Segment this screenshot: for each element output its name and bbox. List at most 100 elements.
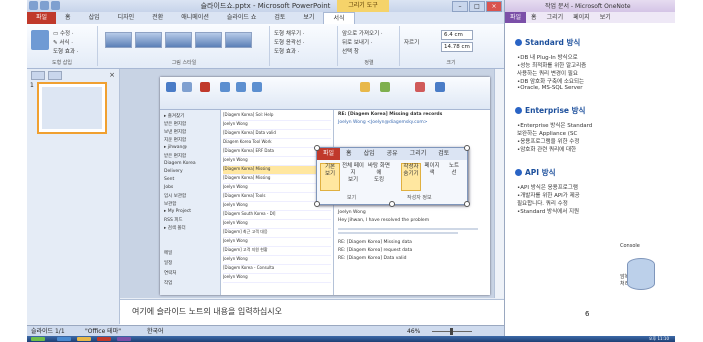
resize-handle[interactable] (464, 145, 470, 151)
onenote-tab-file[interactable]: 파일 (505, 12, 527, 23)
panel-tabs (31, 71, 62, 80)
powerpoint-taskbar-icon[interactable] (97, 337, 111, 341)
bullet-item: •DB 내 Plug-In 방식으로 (517, 55, 578, 61)
resize-handle[interactable] (314, 145, 320, 151)
shape-icon[interactable] (31, 30, 49, 50)
folder-item: Delivery (164, 169, 183, 174)
vertical-scrollbar[interactable] (494, 69, 504, 298)
text-line (338, 232, 458, 234)
slide-thumbnail[interactable] (37, 82, 107, 134)
bring-forward-item[interactable]: 앞으로 가져오기 · (342, 29, 383, 37)
group-size: 자르기 6.4 cm 14.78 cm 크기 (401, 26, 501, 66)
message-row: [Diagem South Korea - DI] (223, 211, 331, 220)
style-swatch[interactable] (195, 32, 222, 48)
edit-shape-item[interactable]: ▭ 수정 · (53, 29, 74, 37)
onenote-tab-draw[interactable]: 그리기 (542, 12, 569, 23)
message-line: Hey Jihwan, I have resolved the problem (338, 218, 430, 223)
maximize-button[interactable]: □ (469, 1, 485, 12)
message-from: Joelyn Wong <Joelyn@diagemsky.com> (338, 120, 428, 125)
message-row: [Diagem] 최근 고객 대응 (223, 229, 331, 238)
tab-outline[interactable] (48, 71, 62, 80)
folder-item: 지운 편지함 (164, 138, 187, 143)
find-icon (435, 82, 445, 92)
style-swatch[interactable] (225, 32, 252, 48)
send-backward-item[interactable]: 뒤로 보내기 · (342, 38, 373, 46)
message-row: Joelyn Wong (223, 274, 331, 283)
heading-text: Standard 방식 (525, 38, 581, 47)
shape-effect-item[interactable]: 도형 효과 · (274, 47, 300, 55)
tab-review[interactable]: 검토 (265, 12, 294, 24)
tab-insert[interactable]: 삽입 (80, 12, 109, 24)
folder-item: ▸ 즐겨찾기 (164, 114, 185, 119)
onenote-tab-home[interactable]: 홈 (526, 12, 542, 23)
tab-slideshow[interactable]: 슬라이드 쇼 (218, 12, 266, 24)
context-tab-drawing-tools[interactable]: 그리기 도구 (337, 0, 389, 12)
nav-tasks: 작업 (164, 281, 173, 286)
zoom-slider-thumb[interactable] (450, 328, 453, 335)
tab-format[interactable]: 서식 (323, 11, 355, 25)
tab-animations[interactable]: 애니메이션 (172, 12, 218, 24)
section-heading: Standard 방식 (515, 37, 580, 48)
tab-design[interactable]: 디자인 (109, 12, 144, 24)
tab-file[interactable]: 파일 (27, 12, 57, 24)
tab-home[interactable]: 홈 (56, 12, 80, 24)
style-swatch[interactable] (165, 32, 192, 48)
title-bar: 슬라이드쇼.pptx - Microsoft PowerPoint 그리기 도구… (27, 0, 504, 12)
minimize-button[interactable]: – (452, 1, 468, 12)
group-styles: 그림 스타일 (99, 26, 270, 66)
slide-canvas[interactable]: ▸ 즐겨찾기 받은 편지함 보낸 편지함 지운 편지함 ▸ jihwan@ 받은… (160, 77, 490, 295)
move-icon (360, 82, 370, 92)
hide-authors-button: 작성자 숨기기 (401, 163, 421, 191)
callout-group-label: 보기 (347, 195, 357, 201)
tab-slides[interactable] (31, 71, 45, 80)
onenote-taskbar-icon[interactable] (117, 337, 131, 341)
crop-button[interactable]: 자르기 (404, 38, 419, 46)
shape-outline-item[interactable]: 도형 윤곽선 · (274, 38, 305, 46)
message-line: Joelyn Wong (338, 210, 366, 215)
bullet-item: •Oracle, MS-SQL Server (517, 85, 583, 91)
style-swatch[interactable] (135, 32, 162, 48)
start-button[interactable] (31, 337, 45, 341)
resize-handle[interactable] (389, 201, 395, 207)
zoomed-ribbon-callout[interactable]: 파일 홈 삽입 공유 그리기 검토 기본 보기 전체 페이지 보기 바탕 화면에… (314, 145, 470, 207)
bullet-item: •Standard 방식에서 지원 (517, 209, 580, 215)
effect-item[interactable]: 도형 효과 · (53, 47, 79, 55)
notes-pane[interactable]: 여기에 슬라이드 노트의 내용을 입력하십시오 (120, 299, 504, 325)
shape-fill-item[interactable]: 도형 채우기 · (274, 29, 305, 37)
bullet-icon (515, 107, 522, 114)
page-number: 6 (585, 310, 590, 318)
bullet-item: •Enterprise 방식은 Standard (517, 123, 593, 129)
full-page-view-button: 전체 페이지 보기 (342, 163, 364, 183)
message-row: Joelyn Wong (223, 157, 331, 166)
style-swatch[interactable] (105, 32, 132, 48)
folder-item: Sent (164, 177, 175, 182)
format-item[interactable]: ✎ 서식 · (53, 38, 73, 46)
close-icon[interactable]: × (109, 71, 115, 79)
selection-pane-item[interactable]: 선택 창 (342, 47, 359, 55)
tab-view[interactable]: 보기 (294, 12, 323, 24)
nav-calendar: 일정 (164, 261, 173, 266)
page-color-button: 페이지 색 (424, 163, 440, 176)
normal-view-button: 기본 보기 (320, 163, 340, 191)
onenote-tab-view[interactable]: 보기 (595, 12, 616, 23)
forward-icon (252, 82, 262, 92)
heading-text: Enterprise 방식 (525, 106, 586, 115)
taskbar-app-icon[interactable] (77, 337, 91, 341)
callout-tab: 그리기 (409, 150, 427, 157)
rules-icon (380, 82, 390, 92)
close-button[interactable]: × (486, 1, 502, 12)
message-row: [Diagem Korea] Data valid (223, 130, 331, 139)
width-field[interactable]: 14.78 cm (441, 42, 473, 52)
reply-all-icon (236, 82, 246, 92)
outlook-folder-pane: ▸ 즐겨찾기 받은 편지함 보낸 편지함 지운 편지함 ▸ jihwan@ 받은… (160, 110, 221, 295)
message-row-selected: [Diagem Korea] Missing (223, 166, 331, 175)
resize-handle[interactable] (314, 201, 320, 207)
tab-transitions[interactable]: 전환 (143, 12, 172, 24)
message-row: Joelyn Wong (223, 184, 331, 193)
message-row: Joelyn Wong (223, 121, 331, 130)
onenote-tab-page[interactable]: 페이지 (568, 12, 595, 23)
height-field[interactable]: 6.4 cm (441, 30, 473, 40)
resize-handle[interactable] (464, 201, 470, 207)
message-row: Joelyn Wong (223, 238, 331, 247)
taskbar-app-icon[interactable] (57, 337, 71, 341)
